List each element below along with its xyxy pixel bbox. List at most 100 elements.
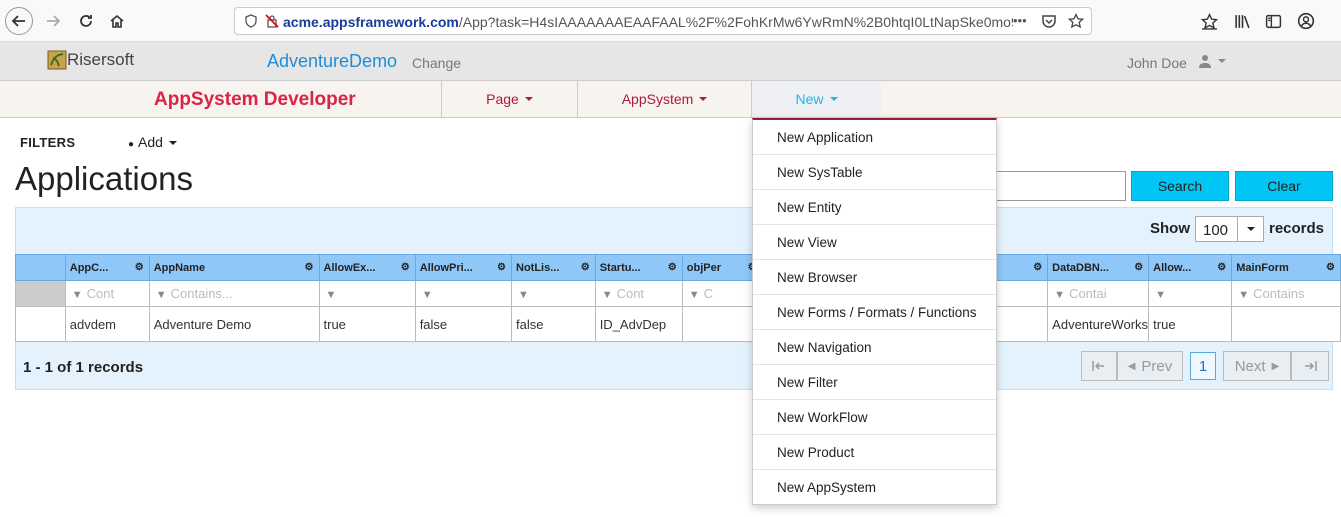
column-filter-input[interactable]: ▼ [414, 280, 513, 307]
next-page-button[interactable]: Next ▶ [1223, 351, 1291, 381]
column-filter-input[interactable]: ▼ Contains [1231, 280, 1341, 307]
last-page-button[interactable] [1291, 351, 1329, 381]
gear-icon[interactable]: ⚙ [668, 262, 677, 273]
last-page-icon [1305, 361, 1317, 371]
filter-funnel-icon[interactable]: ▼ [602, 289, 613, 301]
column-filter-input[interactable]: ▼ C [681, 280, 763, 307]
first-page-icon [1092, 361, 1104, 371]
dropdown-item[interactable]: New Application [753, 120, 996, 155]
nav-menu-page[interactable]: Page [441, 81, 577, 117]
column-header[interactable]: AllowPri... ⚙ [414, 254, 513, 281]
chevron-down-icon [524, 97, 533, 101]
nav-menu-label: AppSystem [621, 91, 694, 107]
first-page-button[interactable] [1081, 351, 1117, 381]
gear-icon[interactable]: ⚙ [401, 262, 410, 273]
developer-title[interactable]: AppSystem Developer [154, 89, 356, 111]
reload-button[interactable] [72, 7, 100, 35]
gear-icon[interactable]: ⚙ [497, 262, 506, 273]
filter-funnel-icon[interactable]: ▼ [1155, 289, 1166, 301]
column-filter-input[interactable]: ▼ [1148, 280, 1233, 307]
column-header[interactable]: NotLis... ⚙ [511, 254, 596, 281]
nav-menu-new[interactable]: New [751, 81, 881, 117]
nav-menu-label: Page [486, 91, 519, 107]
gear-icon[interactable]: ⚙ [1134, 262, 1143, 273]
filter-funnel-icon[interactable]: ▼ [156, 289, 167, 301]
pocket-icon[interactable] [1041, 13, 1057, 29]
address-bar[interactable]: acme.appsframework.com/App?task=H4sIAAAA… [234, 7, 1092, 35]
gear-icon[interactable]: ⚙ [1033, 262, 1042, 273]
gear-icon[interactable]: ⚙ [581, 262, 590, 273]
table-row[interactable]: advdem Adventure Demo true false false ID_Adv… [15, 306, 1341, 342]
back-button[interactable] [5, 7, 33, 35]
page-size-select[interactable]: 100 [1195, 216, 1264, 242]
filter-funnel-icon[interactable]: ▼ [72, 289, 83, 301]
column-header[interactable]: DataDBN... ⚙ [1047, 254, 1150, 281]
dropdown-item[interactable]: New AppSystem [753, 470, 996, 505]
dropdown-item[interactable]: New Browser [753, 260, 996, 295]
dropdown-item[interactable]: New Filter [753, 365, 996, 400]
search-button[interactable]: Search [1131, 171, 1229, 201]
table-filter-row: ▼Cont▼Contains...▼▼▼▼Cont▼C▼▼▼Contai▼▼Co… [15, 280, 1341, 307]
user-name[interactable]: John Doe [1127, 55, 1187, 71]
gear-icon[interactable]: ⚙ [1326, 262, 1335, 273]
bookmark-star-icon[interactable] [1068, 13, 1084, 29]
column-header[interactable]: Startu... ⚙ [594, 254, 683, 281]
filter-funnel-icon[interactable]: ▼ [518, 289, 529, 301]
column-filter-input[interactable]: ▼ Cont [64, 280, 150, 307]
column-filter-input[interactable]: ▼ [511, 280, 596, 307]
dropdown-item[interactable]: New WorkFlow [753, 400, 996, 435]
column-header[interactable]: MainForm ⚙ [1231, 254, 1341, 281]
insecure-lock-icon [265, 14, 279, 28]
dropdown-item[interactable]: New Forms / Formats / Functions [753, 295, 996, 330]
dropdown-item[interactable]: New View [753, 225, 996, 260]
dropdown-item[interactable]: New Product [753, 435, 996, 470]
column-filter-input[interactable]: ▼ Contai [1047, 280, 1150, 307]
column-header-label: MainForm [1236, 261, 1289, 274]
clear-button[interactable]: Clear [1235, 171, 1333, 201]
column-header-label: Allow... [1153, 261, 1192, 274]
filter-funnel-icon[interactable]: ▼ [326, 289, 337, 301]
table-cell: false [414, 306, 513, 342]
gear-icon[interactable]: ⚙ [135, 262, 144, 273]
chevron-down-icon[interactable] [1237, 217, 1263, 241]
column-filter-input[interactable]: ▼ Cont [594, 280, 683, 307]
account-icon[interactable] [1297, 12, 1315, 30]
column-header[interactable]: Allow... ⚙ [1148, 254, 1233, 281]
column-filter-input[interactable]: ▼ [318, 280, 416, 307]
column-header[interactable]: AppName ⚙ [148, 254, 320, 281]
column-header[interactable]: AllowEx... ⚙ [318, 254, 416, 281]
gear-icon[interactable]: ⚙ [305, 262, 314, 273]
dropdown-item[interactable]: New SysTable [753, 155, 996, 190]
gear-icon[interactable]: ⚙ [1217, 262, 1226, 273]
page-title: Applications [15, 160, 193, 197]
library-icon[interactable] [1234, 13, 1251, 30]
logo[interactable]: Risersoft [47, 50, 134, 70]
change-app-link[interactable]: Change [412, 55, 461, 71]
column-header[interactable]: objPer⚙ [681, 254, 763, 281]
current-page-button[interactable]: 1 [1190, 352, 1216, 380]
prev-page-button[interactable]: ◀ Prev [1117, 351, 1183, 381]
column-header[interactable]: AppC... ⚙ [64, 254, 150, 281]
table-cell: true [1148, 306, 1233, 342]
home-button[interactable] [103, 7, 131, 35]
user-menu-toggle[interactable] [1198, 54, 1226, 68]
column-filter-input[interactable]: ▼ Contains... [148, 280, 320, 307]
filter-funnel-icon[interactable]: ▼ [1054, 289, 1065, 301]
filter-funnel-icon[interactable]: ▼ [422, 289, 433, 301]
search-input[interactable] [995, 171, 1126, 201]
add-filter-menu[interactable]: ● Add [128, 134, 177, 150]
page-actions-menu[interactable]: ••• [1013, 13, 1027, 28]
dropdown-item[interactable]: New Navigation [753, 330, 996, 365]
risersoft-logo-icon [47, 50, 67, 70]
forward-button[interactable] [39, 7, 67, 35]
prev-label: Prev [1141, 357, 1173, 375]
user-icon [1199, 55, 1211, 68]
sidebar-icon[interactable] [1265, 13, 1282, 30]
reading-list-star-icon[interactable] [1201, 13, 1218, 30]
filter-funnel-icon[interactable]: ▼ [1238, 289, 1249, 301]
filter-funnel-icon[interactable]: ▼ [689, 289, 700, 301]
app-name[interactable]: AdventureDemo [267, 51, 397, 72]
row-selector[interactable] [15, 306, 66, 342]
dropdown-item[interactable]: New Entity [753, 190, 996, 225]
nav-menu-appsystem[interactable]: AppSystem [577, 81, 751, 117]
